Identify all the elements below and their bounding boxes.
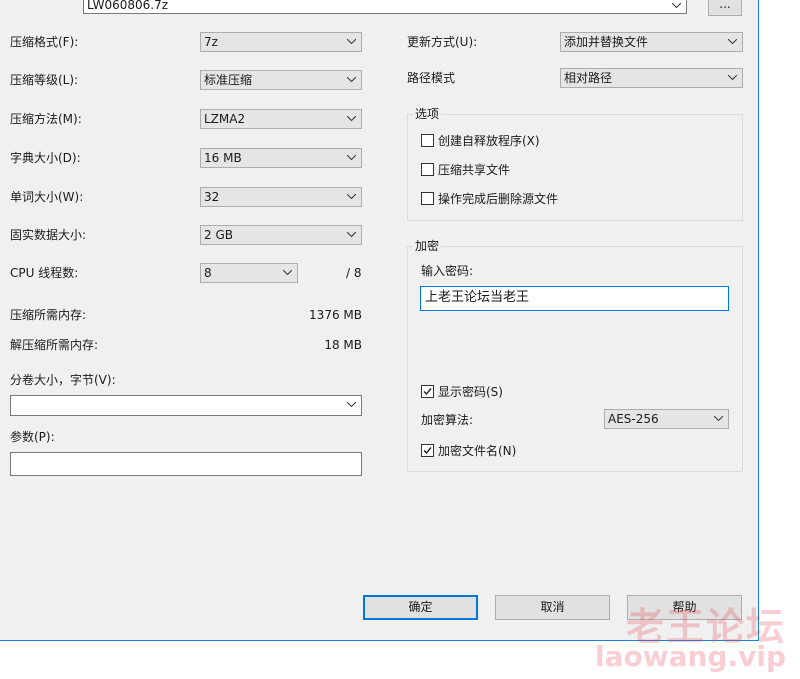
archive-filename-value: LW060806.7z xyxy=(87,0,169,12)
sfx-checkbox[interactable] xyxy=(421,134,434,147)
encrypt-names-checkbox[interactable] xyxy=(421,444,434,457)
threads-value: 8 xyxy=(204,266,212,280)
update-label: 更新方式(U): xyxy=(407,35,478,49)
path-select[interactable]: 相对路径 xyxy=(560,68,743,88)
threads-max: / 8 xyxy=(346,266,362,280)
dict-value: 16 MB xyxy=(204,151,242,165)
delete-checkbox[interactable] xyxy=(421,192,434,205)
path-value: 相对路径 xyxy=(564,71,613,85)
chevron-down-icon xyxy=(728,39,737,44)
chevron-down-icon xyxy=(347,402,356,407)
chevron-down-icon xyxy=(672,3,681,8)
chevron-down-icon xyxy=(347,232,356,237)
chevron-down-icon xyxy=(714,416,723,421)
format-value: 7z xyxy=(204,35,218,49)
mem-compress-label: 压缩所需内存: xyxy=(10,308,87,322)
checkmark-icon xyxy=(423,447,432,455)
chevron-down-icon xyxy=(347,194,356,199)
encrypt-names-label: 加密文件名(N) xyxy=(438,444,517,458)
method-value: LZMA2 xyxy=(204,112,246,126)
encryption-method-label: 加密算法: xyxy=(421,413,474,427)
mem-compress-value: 1376 MB xyxy=(309,308,362,322)
encryption-method-select[interactable]: AES-256 xyxy=(604,409,729,429)
encryption-group xyxy=(407,246,743,472)
add-to-archive-dialog: LW060806.7z ... 压缩格式(F): 7z 压缩等级(L): 标准压… xyxy=(0,0,759,641)
mem-decompress-value: 18 MB xyxy=(324,338,362,352)
chevron-down-icon xyxy=(283,270,292,275)
dict-label: 字典大小(D): xyxy=(10,151,81,165)
solid-label: 固实数据大小: xyxy=(10,228,87,242)
cancel-button-label: 取消 xyxy=(540,600,565,614)
shared-checkbox-label: 压缩共享文件 xyxy=(438,163,511,177)
format-select[interactable]: 7z xyxy=(200,32,362,52)
archive-filename-combo[interactable]: LW060806.7z xyxy=(83,0,687,14)
chevron-down-icon xyxy=(347,77,356,82)
word-label: 单词大小(W): xyxy=(10,190,84,204)
volume-combo[interactable] xyxy=(10,395,362,416)
shared-checkbox[interactable] xyxy=(421,163,434,176)
solid-select[interactable]: 2 GB xyxy=(200,225,362,245)
format-label: 压缩格式(F): xyxy=(10,35,79,49)
update-select[interactable]: 添加并替换文件 xyxy=(560,32,743,52)
level-value: 标准压缩 xyxy=(204,73,253,87)
params-input[interactable] xyxy=(10,452,362,476)
chevron-down-icon xyxy=(347,116,356,121)
browse-button[interactable]: ... xyxy=(708,0,742,16)
checkmark-icon xyxy=(423,388,432,396)
chevron-down-icon xyxy=(347,39,356,44)
ok-button[interactable]: 确定 xyxy=(363,595,478,620)
word-select[interactable]: 32 xyxy=(200,187,362,207)
password-value: 上老王论坛当老王 xyxy=(425,290,530,305)
method-label: 压缩方法(M): xyxy=(10,112,82,126)
word-value: 32 xyxy=(204,190,220,204)
sfx-checkbox-label: 创建自释放程序(X) xyxy=(438,134,540,148)
path-label: 路径模式 xyxy=(407,71,456,85)
options-group-title: 选项 xyxy=(413,106,442,122)
browse-button-label: ... xyxy=(719,0,731,11)
encryption-method-value: AES-256 xyxy=(608,412,659,426)
password-label: 输入密码: xyxy=(421,264,474,278)
ok-button-label: 确定 xyxy=(408,600,433,614)
encryption-group-title: 加密 xyxy=(413,238,442,254)
dict-select[interactable]: 16 MB xyxy=(200,148,362,168)
cancel-button[interactable]: 取消 xyxy=(495,595,610,620)
watermark-text-en: laowang.vip xyxy=(595,640,786,673)
threads-label: CPU 线程数: xyxy=(10,266,79,280)
delete-checkbox-label: 操作完成后删除源文件 xyxy=(438,192,559,206)
chevron-down-icon xyxy=(728,75,737,80)
show-password-label: 显示密码(S) xyxy=(438,385,503,399)
volume-label: 分卷大小，字节(V): xyxy=(10,373,116,387)
solid-value: 2 GB xyxy=(204,228,233,242)
chevron-down-icon xyxy=(347,155,356,160)
level-select[interactable]: 标准压缩 xyxy=(200,70,362,90)
level-label: 压缩等级(L): xyxy=(10,73,79,87)
update-value: 添加并替换文件 xyxy=(564,35,649,49)
password-input[interactable]: 上老王论坛当老王 xyxy=(420,286,729,311)
show-password-checkbox[interactable] xyxy=(421,385,434,398)
params-label: 参数(P): xyxy=(10,430,55,444)
threads-select[interactable]: 8 xyxy=(200,263,298,283)
method-select[interactable]: LZMA2 xyxy=(200,109,362,129)
mem-decompress-label: 解压缩所需内存: xyxy=(10,338,99,352)
